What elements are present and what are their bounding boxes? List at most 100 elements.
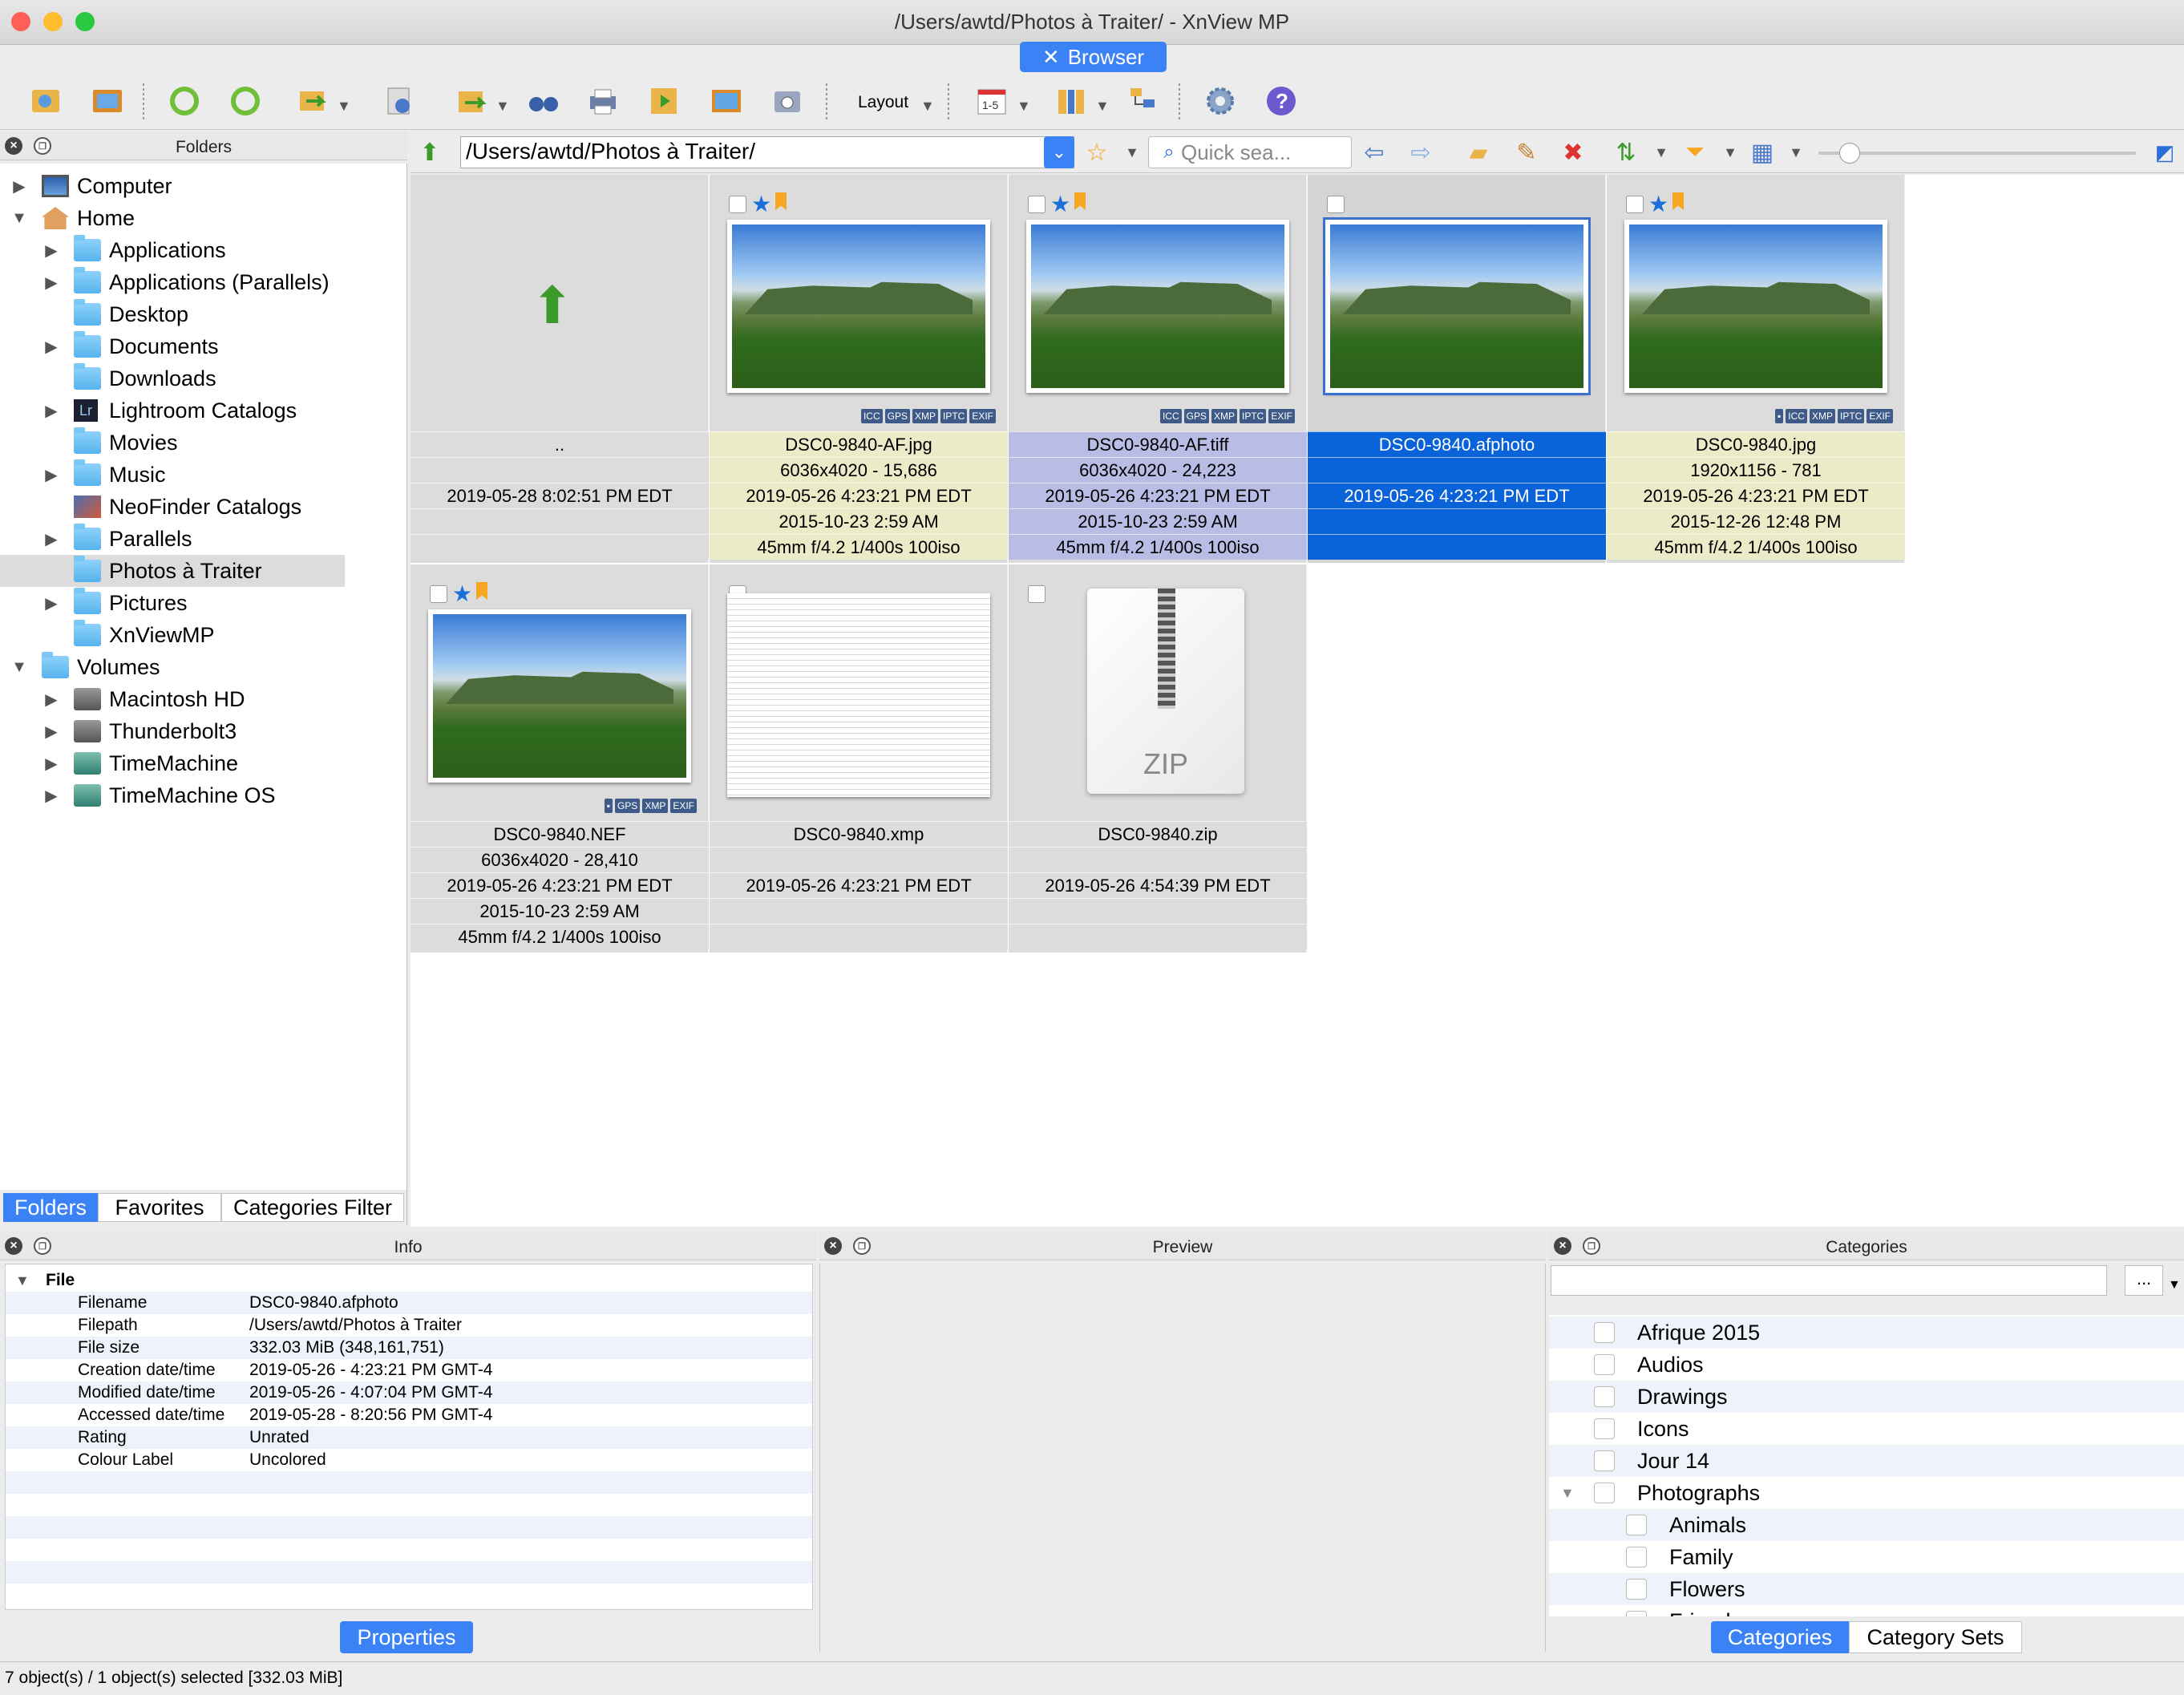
tree-item-timemachine-os[interactable]: ▶ TimeMachine OS xyxy=(0,779,345,811)
select-checkbox[interactable] xyxy=(1028,585,1045,603)
print-icon[interactable] xyxy=(584,82,622,120)
tree-item-lightroom-catalogs[interactable]: ▶ Lr Lightroom Catalogs xyxy=(0,394,345,427)
back-arrow-icon[interactable]: ⇦ xyxy=(1360,138,1389,167)
collapsed-arrow-icon[interactable]: ▶ xyxy=(11,176,27,196)
favorites-dropdown-icon[interactable]: ▼ xyxy=(1118,138,1147,167)
tree-item-home[interactable]: ▼ Home xyxy=(0,202,345,234)
filter-icon[interactable]: ⏷ xyxy=(1680,138,1709,167)
forward-arrow-icon[interactable]: ⇨ xyxy=(1406,138,1435,167)
tag-flag-icon[interactable] xyxy=(1672,192,1684,210)
filter-dropdown-icon[interactable]: ▼ xyxy=(1716,138,1745,167)
collapsed-arrow-icon[interactable]: ▶ xyxy=(43,593,59,613)
tag-flag-icon[interactable] xyxy=(476,582,487,600)
collapsed-arrow-icon[interactable]: ▶ xyxy=(43,529,59,549)
file-thumbnail-dsc0-9840-zip[interactable]: ZIP DSC0-9840.zip 2019-05-26 4:54:39 PM ED… xyxy=(1009,564,1307,953)
file-thumbnail-dsc0-9840-nef[interactable]: ★ ▪ GPS XMP EXIF DSC0-9840.NEF 6036x4020 - 28,… xyxy=(411,564,709,953)
category-checkbox[interactable] xyxy=(1626,1547,1647,1568)
tab-categories-filter[interactable]: Categories Filter xyxy=(221,1193,404,1222)
tab-category-sets[interactable]: Category Sets xyxy=(1849,1621,2022,1653)
path-input[interactable]: /Users/awtd/Photos à Traiter/ xyxy=(460,136,1074,168)
delete-icon[interactable]: ✖ xyxy=(1559,138,1587,167)
select-checkbox[interactable] xyxy=(1327,196,1345,213)
properties-button[interactable]: Properties xyxy=(340,1621,473,1653)
category-item-afrique-2015[interactable]: Afrique 2015 xyxy=(1549,1317,2184,1349)
toggle-panel-icon[interactable]: ◩ xyxy=(2150,138,2179,167)
tab-categories[interactable]: Categories xyxy=(1711,1621,1849,1653)
expanded-arrow-icon[interactable]: ▼ xyxy=(11,658,27,677)
category-item-flowers[interactable]: Flowers xyxy=(1549,1573,2184,1605)
tree-item-desktop[interactable]: Desktop xyxy=(0,298,345,330)
tree-item-movies[interactable]: Movies xyxy=(0,427,345,459)
category-item-audios[interactable]: Audios xyxy=(1549,1349,2184,1381)
folder-tree[interactable]: ▶ Computer ▼ Home ▶ Applications ▶ Applications… xyxy=(0,164,407,1190)
collapsed-arrow-icon[interactable]: ▶ xyxy=(43,786,59,806)
rating-filter-icon[interactable]: 1-5 xyxy=(973,82,1012,120)
tree-item-xnviewmp[interactable]: XnViewMP xyxy=(0,619,345,651)
file-thumbnail-dsc0-9840-jpg[interactable]: ★ ▪ ICC XMP IPTC EXIF DSC0-9840.jpg 1920x1156 -… xyxy=(1607,175,1905,563)
file-thumbnail-dsc0-9840-xmp[interactable]: DSC0-9840.xmp 2019-05-26 4:23:21 PM EDT xyxy=(710,564,1008,953)
new-folder-icon[interactable]: ▰ xyxy=(1464,138,1493,167)
fullscreen-icon[interactable] xyxy=(88,82,127,120)
category-more-button[interactable]: ... xyxy=(2125,1265,2163,1296)
thumbnail-image[interactable] xyxy=(727,220,990,393)
collapsed-arrow-icon[interactable]: ▶ xyxy=(43,241,59,261)
category-checkbox[interactable] xyxy=(1594,1450,1615,1471)
section-expand-icon[interactable]: ▼ xyxy=(15,1269,30,1292)
find-icon[interactable] xyxy=(524,82,563,120)
thumbnail-image[interactable] xyxy=(1624,220,1887,393)
tree-item-applications-parallels-[interactable]: ▶ Applications (Parallels) xyxy=(0,266,345,298)
category-search-input[interactable] xyxy=(1551,1265,2107,1296)
category-checkbox[interactable] xyxy=(1626,1579,1647,1600)
category-checkbox[interactable] xyxy=(1626,1611,1647,1616)
category-item-photographs[interactable]: ▼ Photographs xyxy=(1549,1477,2184,1509)
file-thumbnail--[interactable]: ⬆.. 2019-05-28 8:02:51 PM EDT xyxy=(411,175,709,563)
tree-item-macintosh-hd[interactable]: ▶ Macintosh HD xyxy=(0,683,345,715)
batch-convert-icon[interactable] xyxy=(293,82,332,120)
category-item-animals[interactable]: Animals xyxy=(1549,1509,2184,1541)
thumbnail-grid[interactable]: ⬆.. 2019-05-28 8:02:51 PM EDT ★ ICC GPS XMP IP… xyxy=(411,175,2184,1227)
category-checkbox[interactable] xyxy=(1594,1418,1615,1439)
layout-dropdown-icon[interactable]: ▼ xyxy=(920,98,935,115)
category-checkbox[interactable] xyxy=(1594,1354,1615,1375)
tree-item-volumes[interactable]: ▼ Volumes xyxy=(0,651,345,683)
zip-file-icon[interactable]: ZIP xyxy=(1087,589,1244,794)
select-checkbox[interactable] xyxy=(1028,196,1045,213)
file-thumbnail-dsc0-9840-af-jpg[interactable]: ★ ICC GPS XMP IPTC EXIF DSC0-9840-AF.jpg 6036x4… xyxy=(710,175,1008,563)
category-item-jour-14[interactable]: Jour 14 xyxy=(1549,1445,2184,1477)
rating-star-icon[interactable]: ★ xyxy=(452,581,472,607)
tree-item-music[interactable]: ▶ Music xyxy=(0,459,345,491)
category-item-friends[interactable]: Friends xyxy=(1549,1605,2184,1616)
export-dropdown-icon[interactable]: ▼ xyxy=(495,98,510,115)
tree-item-computer[interactable]: ▶ Computer xyxy=(0,170,345,202)
select-checkbox[interactable] xyxy=(430,585,447,603)
info-section-file[interactable]: ▼ File xyxy=(6,1269,812,1292)
export-icon[interactable] xyxy=(452,82,491,120)
tree-item-documents[interactable]: ▶ Documents xyxy=(0,330,345,362)
tree-item-neofinder-catalogs[interactable]: NeoFinder Catalogs xyxy=(0,491,345,523)
sort-dropdown-icon[interactable]: ▼ xyxy=(1647,138,1676,167)
thumbnail-image[interactable] xyxy=(428,609,691,783)
tab-favorites[interactable]: Favorites xyxy=(98,1193,221,1222)
category-item-icons[interactable]: Icons xyxy=(1549,1413,2184,1445)
compare-icon[interactable] xyxy=(1052,82,1090,120)
collapsed-arrow-icon[interactable]: ▶ xyxy=(43,754,59,774)
xmp-text-thumbnail[interactable] xyxy=(727,593,990,797)
tag-flag-icon[interactable] xyxy=(1074,192,1086,210)
category-item-drawings[interactable]: Drawings xyxy=(1549,1381,2184,1413)
path-dropdown-icon[interactable]: ⌄ xyxy=(1044,136,1074,168)
settings-gear-icon[interactable] xyxy=(1201,82,1240,120)
tab-folders[interactable]: Folders xyxy=(3,1193,98,1222)
view-mode-icon[interactable]: ▦ xyxy=(1748,138,1777,167)
view-mode-dropdown-icon[interactable]: ▼ xyxy=(1782,138,1810,167)
category-checkbox[interactable] xyxy=(1594,1322,1615,1343)
set-wallpaper-icon[interactable] xyxy=(707,82,746,120)
open-viewer-icon[interactable] xyxy=(27,82,66,120)
file-thumbnail-dsc0-9840-afphoto[interactable]: DSC0-9840.afphoto 2019-05-26 4:23:21 PM E… xyxy=(1308,175,1606,563)
tag-flag-icon[interactable] xyxy=(775,192,787,210)
collapsed-arrow-icon[interactable]: ▶ xyxy=(43,722,59,742)
rating-star-icon[interactable]: ★ xyxy=(1050,191,1070,217)
category-list[interactable]: Afrique 2015 Audios Drawings Icons Jour 14 ▼ P… xyxy=(1549,1315,2184,1616)
collapsed-arrow-icon[interactable]: ▶ xyxy=(43,337,59,357)
tree-item-downloads[interactable]: Downloads xyxy=(0,362,345,394)
help-icon[interactable]: ? xyxy=(1262,82,1300,120)
